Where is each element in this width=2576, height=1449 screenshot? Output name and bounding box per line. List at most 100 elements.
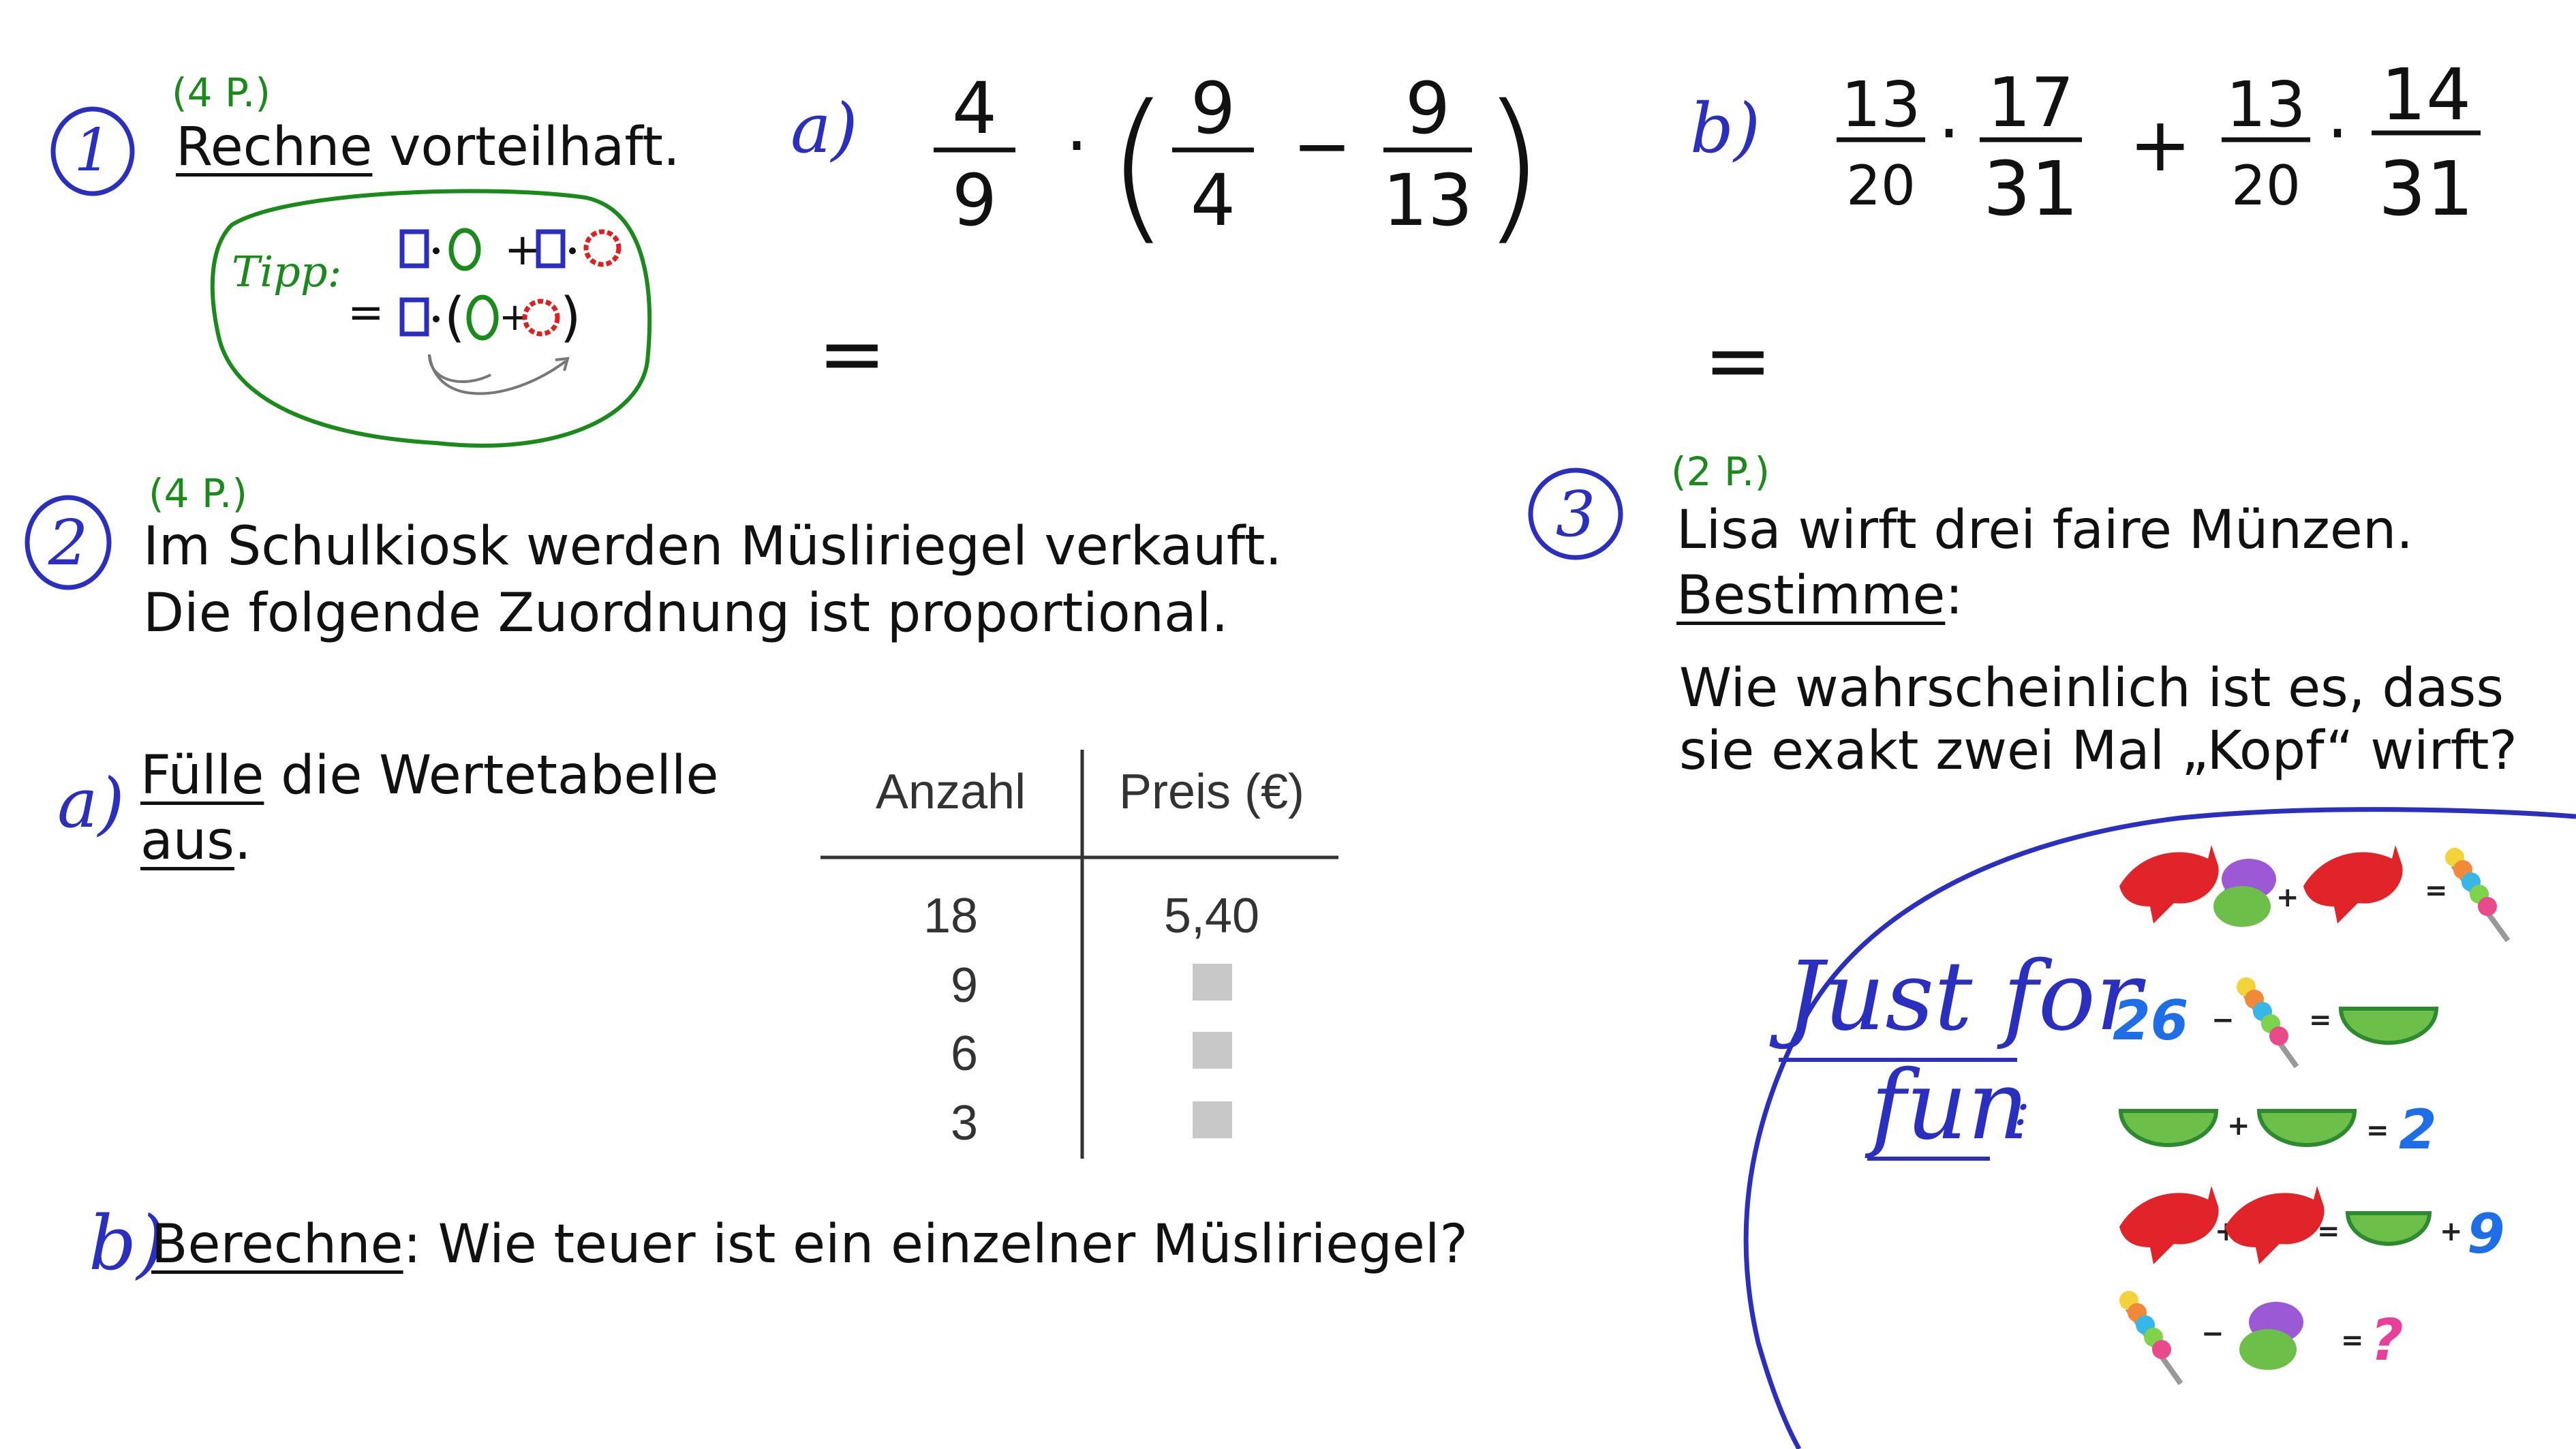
tip-circle-icon [466,294,499,341]
tip-plus: + [504,225,541,275]
task1-instruction-verb: Rechne [176,117,373,178]
fun-title-line1: Just for [1769,941,2146,1052]
tip-square-icon [536,229,566,269]
svg-text:+: + [2440,1216,2463,1247]
red-fish-icon [2303,845,2403,924]
lollipop-icon [2237,977,2299,1069]
task1-instruction-rest: vorteilhaft. [372,117,680,178]
table-cell-anzahl: 3 [951,1096,978,1150]
table-header-anzahl: Anzahl [876,765,1026,819]
task1b-f2-denominator: 31 [1983,145,2079,232]
svg-text:=: = [2317,1216,2340,1247]
task1-number-circle: 1 [50,106,135,196]
task2b-text: Berechne: Wie teuer ist ein einzelner Mü… [151,1214,1468,1275]
task1a-mul: · [1065,104,1088,187]
task1b-equals: = [1704,314,1773,408]
task1b-expression: 13 20 · 17 31 + 13 20 · 14 31 [1837,53,2481,232]
task1a-f2-numerator: 9 [1191,67,1236,150]
tip-equals: = [348,288,384,338]
svg-text:=: = [2366,1115,2389,1146]
melon-slice-icon [2256,1109,2357,1147]
red-fish-icon [2225,1186,2325,1264]
fun-equation-3: + = 2 [2118,1098,2437,1161]
task1b-f1-denominator: 20 [1846,154,1916,217]
task2a-label: a) [57,763,125,843]
svg-text:=: = [2309,1005,2332,1036]
task1b-f3-denominator: 20 [2231,154,2301,217]
task1a-f3-denominator: 13 [1383,159,1473,242]
task2-points: (4 P.) [149,470,247,517]
lollipop-icon [2445,848,2511,943]
task1b-f1-numerator: 13 [1841,68,1920,141]
task1-instruction: Rechne vorteilhaft. [176,115,680,180]
table-header-preis: Preis (€) [1119,765,1304,819]
task1a-equals: = [818,307,887,401]
task1b-label: b) [1690,89,1761,168]
red-fish-icon [2119,845,2219,924]
fun-equation-5: − = ? [2119,1291,2404,1386]
fun-title-colon: : [2014,1080,2030,1136]
fun-equation-4: + = + 9 [2119,1186,2505,1266]
melon-slice-icon [2338,1007,2439,1045]
svg-text:): ) [560,287,581,348]
svg-text:(: ( [444,287,465,348]
melon-slice-icon [2345,1211,2432,1246]
jelly-bean-icon [2239,1329,2297,1370]
tip-square-icon [399,229,429,269]
task3-question1: Wie wahrscheinlich ist es, dass [1679,658,2504,719]
task3-number-circle: 3 [1528,468,1623,560]
tip-label: Tipp: [232,247,341,296]
task3-line1: Lisa wirft drei faire Münzen. [1676,500,2414,561]
task1b-f4-numerator: 14 [2381,53,2471,136]
svg-text:=: = [2341,1325,2364,1356]
tip-circle-icon [448,228,481,271]
table-cell-anzahl: 18 [923,889,978,943]
task2-line1: Im Schulkiosk werden Müsliriegel verkauf… [143,516,1283,577]
table-empty-cell[interactable] [1193,964,1232,1001]
task3-question2: sie exakt zwei Mal „Kopf“ wirft? [1679,720,2517,782]
task2a-verb: Fülle [140,745,264,806]
task1a-label: a) [791,89,858,168]
task1b-mul2: · [2327,93,2348,173]
jelly-bean-icon [2213,886,2271,927]
fun-equation-1: + + = [2119,845,2511,943]
svg-text:−: − [2211,1005,2235,1036]
table-cell-anzahl: 9 [951,958,978,1013]
task2-number-circle: 2 [25,495,112,590]
tip-star-icon [583,229,622,267]
table-empty-cell[interactable] [1193,1101,1232,1138]
fun-area: Just for fun : + + = 26 − = + = 2 [1743,807,2576,1449]
tip-bubble: Tipp: + = ( + ) [210,189,652,448]
task1b-f4-denominator: 31 [2378,145,2474,232]
svg-text:=: = [2425,875,2448,906]
task2-line2: Die folgende Zuordnung ist proportional. [143,583,1229,644]
svg-text:): ) [1481,70,1545,260]
fun-question-mark: ? [2370,1307,2404,1373]
svg-text:(: ( [1106,70,1170,260]
red-fish-icon [2119,1186,2219,1264]
task1a-expression: 4 9 · ( 9 4 − 9 13 ) [934,67,1545,260]
task1b-f2-numerator: 17 [1987,63,2074,142]
task3-number: 3 [1556,478,1596,551]
task2a-text2: aus. [140,810,251,872]
task3-points: (2 P.) [1671,448,1770,495]
task1a-f3-numerator: 9 [1405,67,1450,150]
task1b-plus: + [2129,101,2192,188]
svg-text:−: − [2201,1318,2224,1349]
fun-title-line2: fun [1865,1050,2029,1161]
task1-points: (4 P.) [172,70,271,116]
task1-number: 1 [74,117,112,185]
task3-verb: Bestimme [1676,565,1946,626]
fun-result-2: 2 [2399,1098,2437,1161]
melon-slice-icon [2118,1109,2219,1147]
task3-instruction: Bestimme: [1676,565,1963,626]
svg-text:+: + [2227,1110,2250,1142]
table-empty-cell[interactable] [1193,1032,1232,1069]
table-cell-preis: 5,40 [1164,889,1259,943]
lollipop-icon [2119,1291,2183,1386]
fun-result-9: 9 [2467,1202,2505,1266]
task1a-f1-numerator: 4 [952,67,997,150]
task1b-mul1: · [1938,93,1960,173]
task1a-f2-denominator: 4 [1191,159,1236,242]
table-cell-anzahl: 6 [951,1026,978,1081]
